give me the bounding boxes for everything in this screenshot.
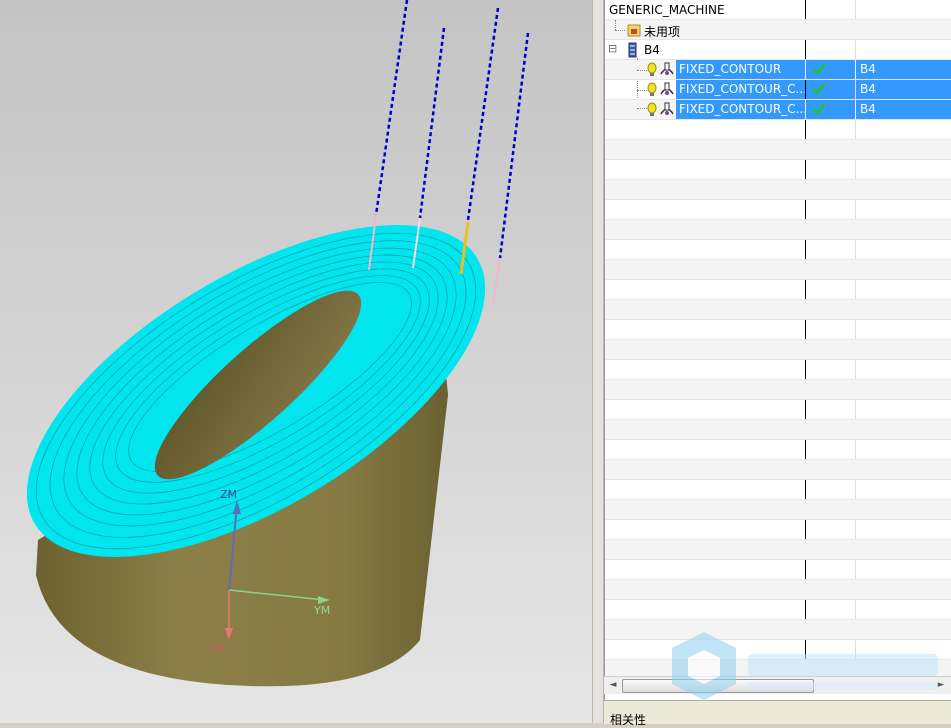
tool-axis-lines xyxy=(374,0,530,259)
lightbulb-icon xyxy=(647,62,657,76)
empty-row xyxy=(605,300,951,320)
axis-label-y: YM xyxy=(313,604,330,617)
empty-row xyxy=(605,280,951,300)
empty-row xyxy=(605,440,951,460)
fixed-contour-icon xyxy=(660,102,674,115)
empty-row xyxy=(605,600,951,620)
operation-name: FIXED_CONTOUR_C... xyxy=(676,80,805,99)
empty-row xyxy=(605,120,951,140)
model-view: ZM YM XM xyxy=(26,0,530,687)
watermark-logo xyxy=(672,632,938,700)
check-icon xyxy=(812,63,826,75)
fixed-contour-icon xyxy=(660,62,674,75)
empty-row xyxy=(605,460,951,480)
operation-name: FIXED_CONTOUR xyxy=(676,60,805,79)
folder-icon xyxy=(627,24,641,37)
operation-position: B4 xyxy=(856,60,951,79)
tree-row-machine[interactable]: GENERIC_MACHINE xyxy=(605,0,951,20)
operation-name: FIXED_CONTOUR_C... xyxy=(676,100,805,119)
axis-label-z: ZM xyxy=(220,488,237,501)
lightbulb-icon xyxy=(647,102,657,116)
empty-row xyxy=(605,500,951,520)
program-label: B4 xyxy=(644,43,660,57)
operation-position: B4 xyxy=(856,100,951,119)
operation-status xyxy=(806,80,855,99)
operation-navigator: GENERIC_MACHINE 未用项 ⊟ B4 FIXED_CONTOUR B… xyxy=(604,0,951,700)
axis-label-x: XM xyxy=(208,642,225,655)
empty-row xyxy=(605,240,951,260)
check-icon xyxy=(812,103,826,115)
empty-row xyxy=(605,480,951,500)
dependencies-panel-title: 相关性 xyxy=(610,713,647,727)
empty-row xyxy=(605,400,951,420)
scroll-left-arrow[interactable]: ◄ xyxy=(606,678,620,692)
tree-row-unused[interactable]: 未用项 xyxy=(605,20,951,40)
operation-position: B4 xyxy=(856,80,951,99)
operation-row[interactable]: FIXED_CONTOUR B4 xyxy=(605,60,951,80)
program-icon xyxy=(628,42,637,58)
empty-row xyxy=(605,140,951,160)
empty-row xyxy=(605,420,951,440)
machine-label: GENERIC_MACHINE xyxy=(609,3,725,17)
collapse-toggle[interactable]: ⊟ xyxy=(608,42,617,55)
empty-row xyxy=(605,340,951,360)
empty-row xyxy=(605,560,951,580)
empty-row xyxy=(605,580,951,600)
empty-row xyxy=(605,540,951,560)
fixed-contour-icon xyxy=(660,82,674,95)
unused-label: 未用项 xyxy=(644,25,681,39)
empty-row xyxy=(605,380,951,400)
empty-row xyxy=(605,320,951,340)
empty-row xyxy=(605,180,951,200)
empty-row xyxy=(605,220,951,240)
empty-row xyxy=(605,360,951,380)
operation-row[interactable]: FIXED_CONTOUR_C... B4 xyxy=(605,100,951,120)
empty-row xyxy=(605,520,951,540)
panel-splitter[interactable] xyxy=(592,0,604,723)
empty-row xyxy=(605,200,951,220)
lightbulb-icon xyxy=(647,82,657,96)
operation-row[interactable]: FIXED_CONTOUR_C... B4 xyxy=(605,80,951,100)
tree-row-program-b4[interactable]: ⊟ B4 xyxy=(605,40,951,60)
graphics-viewport[interactable]: ZM YM XM xyxy=(0,0,592,723)
check-icon xyxy=(812,83,826,95)
operation-status xyxy=(806,100,855,119)
empty-row xyxy=(605,160,951,180)
empty-row xyxy=(605,260,951,280)
operation-status xyxy=(806,60,855,79)
